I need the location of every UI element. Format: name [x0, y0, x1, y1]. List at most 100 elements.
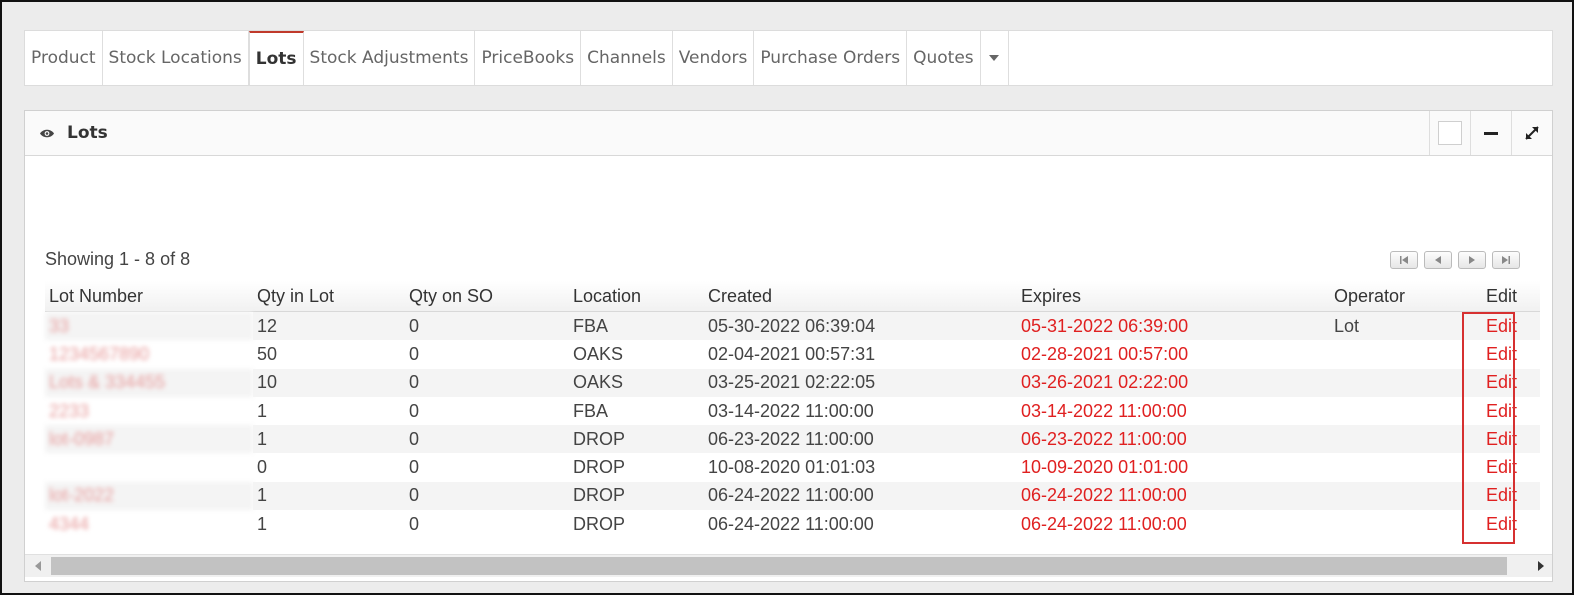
caret-down-icon: [989, 55, 1000, 61]
col-expires[interactable]: Expires: [1017, 281, 1330, 312]
qty-so-cell: 0: [409, 513, 420, 534]
operator-cell: [1330, 425, 1463, 454]
operator-cell: [1330, 453, 1463, 481]
next-page-icon: [1469, 256, 1475, 264]
edit-link[interactable]: Edit: [1463, 397, 1540, 425]
col-qty-in-lot[interactable]: Qty in Lot: [253, 281, 405, 312]
created-cell: 02-04-2021 00:57:31: [708, 343, 876, 364]
edit-link[interactable]: Edit: [1463, 481, 1540, 511]
col-operator[interactable]: Operator: [1330, 281, 1463, 312]
qty-cell: 1: [257, 513, 268, 534]
tabs-more-dropdown[interactable]: [981, 31, 1009, 85]
created-cell: 06-23-2022 11:00:00: [704, 425, 1017, 454]
prev-page-button[interactable]: [1424, 251, 1452, 269]
last-page-icon: [1502, 256, 1510, 264]
scrollbar-thumb[interactable]: [51, 557, 1507, 575]
tab-bar: Product Stock Locations Lots Stock Adjus…: [24, 30, 1553, 86]
edit-link[interactable]: Edit: [1463, 453, 1540, 481]
expires-cell: 03-14-2022 11:00:00: [1021, 400, 1187, 421]
table-row: lot-2022 1 0 DROP 06-24-2022 11:00:00 06…: [45, 481, 1540, 511]
tab-stock-locations[interactable]: Stock Locations: [103, 31, 249, 85]
first-page-button[interactable]: [1390, 251, 1418, 269]
qty-so-cell: 0: [405, 311, 569, 341]
table-row: 0 0 DROP 10-08-2020 01:01:03 10-09-2020 …: [45, 453, 1540, 481]
scroll-left-icon[interactable]: [35, 561, 41, 571]
fullscreen-button[interactable]: [1511, 111, 1552, 155]
lots-table: Lot Number Qty in Lot Qty on SO Location…: [45, 281, 1540, 538]
table-row: 2233 1 0 FBA 03-14-2022 11:00:00 03-14-2…: [45, 397, 1540, 425]
edit-link[interactable]: Edit: [1463, 510, 1540, 538]
location-cell: DROP: [573, 513, 626, 534]
lot-number-cell: 1234567890: [49, 343, 150, 364]
expires-cell: 10-09-2020 01:01:00: [1021, 457, 1189, 478]
tab-stock-adjustments[interactable]: Stock Adjustments: [304, 31, 476, 85]
qty-cell: 10: [253, 368, 405, 397]
scroll-right-icon[interactable]: [1538, 561, 1544, 571]
location-cell: FBA: [569, 311, 704, 341]
col-lot-number[interactable]: Lot Number: [45, 281, 253, 312]
expires-cell: 06-24-2022 11:00:00: [1021, 513, 1187, 534]
tab-lots[interactable]: Lots: [248, 31, 304, 85]
panel-title: Lots: [67, 123, 108, 143]
lot-number-cell: lot-2022: [45, 481, 253, 511]
col-created[interactable]: Created: [704, 281, 1017, 312]
created-cell: 05-30-2022 06:39:04: [704, 311, 1017, 341]
collapse-button[interactable]: [1470, 111, 1511, 155]
tab-quotes[interactable]: Quotes: [907, 31, 981, 85]
edit-link[interactable]: Edit: [1463, 311, 1540, 341]
tab-product[interactable]: Product: [25, 31, 103, 85]
qty-so-cell: 0: [405, 368, 569, 397]
lot-number-cell: lot-0987: [45, 425, 253, 454]
qty-so-cell: 0: [409, 457, 420, 478]
last-page-button[interactable]: [1492, 251, 1520, 269]
expires-cell: 06-23-2022 11:00:00: [1017, 425, 1330, 454]
panel-controls: [1429, 111, 1552, 155]
edit-link[interactable]: Edit: [1463, 368, 1540, 397]
record-count: Showing 1 - 8 of 8: [45, 249, 191, 269]
expires-cell: 05-31-2022 06:39:00: [1017, 311, 1330, 341]
operator-cell: [1330, 397, 1463, 425]
operator-cell: [1330, 340, 1463, 368]
created-cell: 06-24-2022 11:00:00: [708, 513, 874, 534]
location-cell: DROP: [569, 481, 704, 511]
expires-cell: 06-24-2022 11:00:00: [1017, 481, 1330, 511]
panel-color-button[interactable]: [1429, 111, 1470, 155]
qty-so-cell: 0: [405, 481, 569, 511]
qty-cell: 12: [253, 311, 405, 341]
operator-cell: [1330, 481, 1463, 511]
location-cell: FBA: [573, 400, 609, 421]
lot-number-cell: [45, 453, 253, 481]
app-frame: Product Stock Locations Lots Stock Adjus…: [0, 0, 1574, 595]
qty-cell: 1: [257, 400, 268, 421]
lot-number-cell: Lots & 334455: [45, 368, 253, 397]
col-location[interactable]: Location: [569, 281, 704, 312]
qty-cell: 1: [253, 425, 405, 454]
tab-purchase-orders[interactable]: Purchase Orders: [754, 31, 908, 85]
next-page-button[interactable]: [1458, 251, 1486, 269]
edit-link[interactable]: Edit: [1463, 425, 1540, 454]
qty-cell: 50: [257, 343, 278, 364]
color-box-icon: [1438, 121, 1462, 145]
expand-icon: [1525, 126, 1539, 140]
panel-header: Lots: [25, 111, 1552, 156]
tab-channels[interactable]: Channels: [581, 31, 673, 85]
lot-number-cell: 2233: [49, 400, 90, 421]
operator-cell: [1330, 368, 1463, 397]
tab-pricebooks[interactable]: PriceBooks: [475, 31, 582, 85]
eye-icon: [39, 127, 55, 139]
table-row: 4344 1 0 DROP 06-24-2022 11:00:00 06-24-…: [45, 510, 1540, 538]
qty-cell: 1: [253, 481, 405, 511]
lot-number-cell: 33: [45, 311, 253, 341]
table-row: 33 12 0 FBA 05-30-2022 06:39:04 05-31-20…: [45, 311, 1540, 341]
expires-cell: 02-28-2021 00:57:00: [1021, 343, 1189, 364]
lots-panel: Lots Showing 1 - 8 of 8 Lot Number Qty i…: [24, 110, 1553, 582]
tab-vendors[interactable]: Vendors: [673, 31, 755, 85]
horizontal-scrollbar[interactable]: [25, 554, 1552, 577]
qty-so-cell: 0: [405, 425, 569, 454]
location-cell: OAKS: [569, 368, 704, 397]
created-cell: 10-08-2020 01:01:03: [708, 457, 876, 478]
col-qty-on-so[interactable]: Qty on SO: [405, 281, 569, 312]
edit-link[interactable]: Edit: [1463, 340, 1540, 368]
created-cell: 03-14-2022 11:00:00: [708, 400, 874, 421]
location-cell: DROP: [573, 457, 626, 478]
